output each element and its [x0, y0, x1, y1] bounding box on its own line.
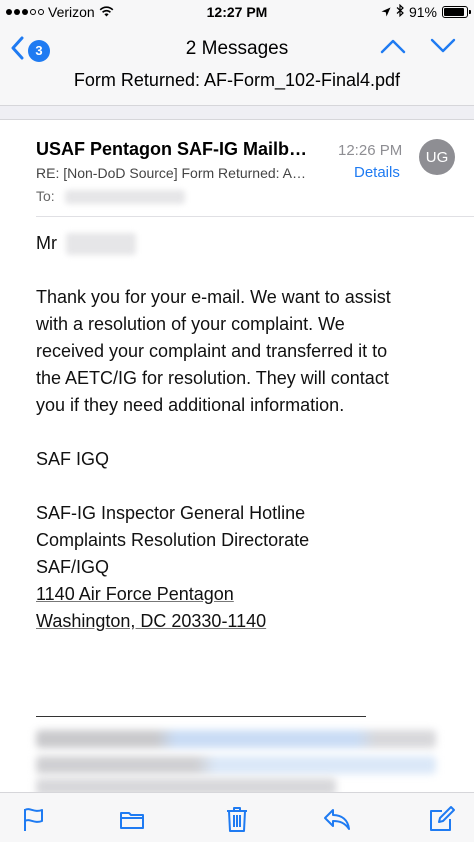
- quoted-text-redacted: [36, 730, 436, 748]
- flag-icon[interactable]: [20, 805, 48, 833]
- message-header[interactable]: USAF Pentagon SAF-IG Mailb… 12:26 PM UG …: [0, 121, 474, 217]
- thread-separator: [0, 106, 474, 120]
- body-line: Thank you for your e-mail. We want to as…: [36, 287, 391, 307]
- compose-icon[interactable]: [428, 805, 456, 833]
- header-divider: [36, 216, 474, 217]
- previous-message-button[interactable]: [380, 38, 406, 59]
- bluetooth-icon: [396, 3, 404, 20]
- body-line: you if they need additional information.: [36, 395, 345, 415]
- details-link[interactable]: Details: [354, 164, 400, 181]
- address-link[interactable]: Washington, DC 20330-1140: [36, 608, 456, 635]
- message-body: Mr Thank you for your e-mail. We want to…: [36, 230, 456, 635]
- address-link[interactable]: 1140 Air Force Pentagon: [36, 581, 456, 608]
- body-paragraph: Thank you for your e-mail. We want to as…: [36, 284, 456, 419]
- recipient-line: To:: [36, 188, 185, 205]
- folder-icon[interactable]: [118, 805, 146, 833]
- quoted-text-redacted: [36, 756, 436, 774]
- signoff-text: SAF IGQ: [36, 449, 110, 469]
- next-message-button[interactable]: [430, 38, 456, 59]
- body-line: the AETC/IG for resolution. They will co…: [36, 368, 389, 388]
- bottom-toolbar: [0, 792, 474, 842]
- avatar[interactable]: UG: [419, 139, 455, 175]
- body-line: with a resolution of your complaint. We: [36, 314, 345, 334]
- status-bar: Verizon 12:27 PM 91%: [0, 0, 474, 26]
- signature-line: SAF/IGQ: [36, 557, 110, 577]
- thread-subject: Form Returned: AF-Form_102-Final4.pdf: [73, 70, 401, 90]
- greeting: Mr: [36, 233, 57, 253]
- greeting-line: Mr: [36, 230, 456, 257]
- to-label: To:: [36, 188, 55, 204]
- sender-name[interactable]: USAF Pentagon SAF-IG Mailb…: [36, 139, 307, 160]
- navigation-bar: 3 2 Messages Form Returned: AF-Form_102-…: [0, 26, 474, 106]
- message-time: 12:26 PM: [338, 142, 403, 159]
- message-subject: RE: [Non-DoD Source] Form Returned: A…: [36, 165, 306, 181]
- body-line: received your complaint and transferred …: [36, 341, 388, 361]
- recipient-redacted: [64, 190, 185, 205]
- battery-icon: [442, 6, 471, 18]
- signature-line: Complaints Resolution Directorate: [36, 530, 310, 550]
- recipient-name-redacted: [66, 233, 137, 256]
- message-navigation: [380, 38, 456, 59]
- quoted-divider: [36, 716, 366, 717]
- signoff: SAF IGQ: [36, 446, 456, 473]
- reply-icon[interactable]: [322, 805, 350, 833]
- location-arrow-icon: [381, 4, 391, 20]
- trash-icon[interactable]: [223, 805, 251, 833]
- signature-line: SAF-IG Inspector General Hotline: [36, 503, 306, 523]
- status-right: 91%: [381, 3, 471, 20]
- battery-percent: 91%: [408, 4, 437, 20]
- signature-block: SAF-IG Inspector General Hotline Complai…: [36, 500, 456, 635]
